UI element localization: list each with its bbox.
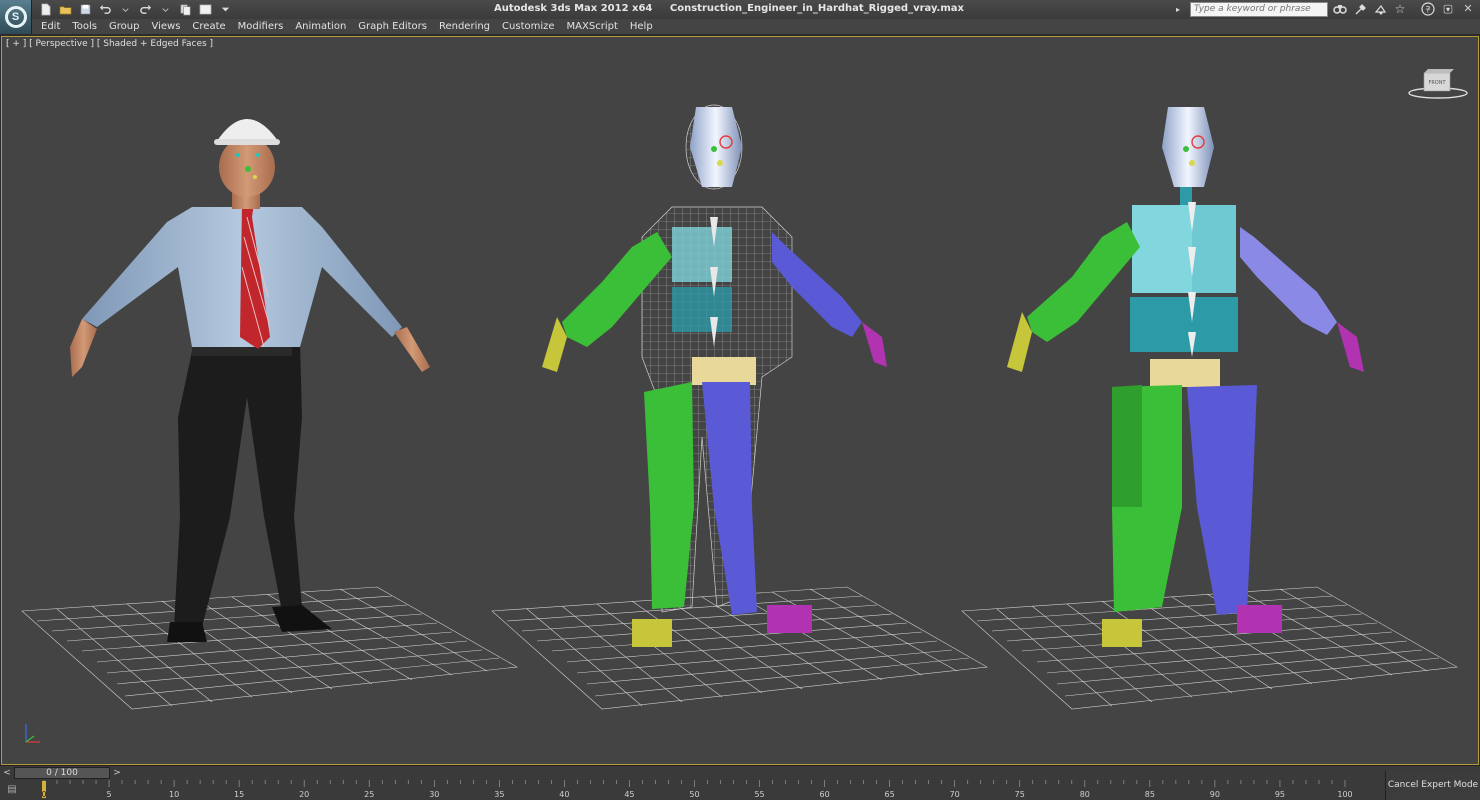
timeline-tick-label: 60	[820, 790, 830, 799]
timeline-tick-label: 85	[1145, 790, 1155, 799]
menu-bar: Edit Tools Group Views Create Modifiers …	[32, 19, 1480, 35]
timeline-tick-label: 0	[41, 790, 46, 799]
timeline-tick-label: 45	[624, 790, 634, 799]
tools-icon[interactable]	[1352, 1, 1368, 17]
timeline-tick-label: 75	[1015, 790, 1025, 799]
infocenter: ▸ ☆ ? ▾	[1170, 1, 1456, 17]
timeline-tick-label: 5	[107, 790, 112, 799]
axis-tripod-icon	[25, 724, 40, 743]
timeline-tick-label: 40	[559, 790, 569, 799]
maximize-icon[interactable]: ▢	[1440, 1, 1456, 16]
window-controls: – ▢ ✕	[1420, 1, 1476, 16]
minimize-icon[interactable]: –	[1420, 1, 1436, 16]
save-icon[interactable]	[78, 3, 92, 17]
scene-render	[21, 104, 1458, 710]
undo-icon[interactable]	[98, 3, 112, 17]
app-menu-button[interactable]: S	[0, 0, 32, 34]
track-ticks: 5 10 15 20 25 30 35 40 45 50 55 60 65 70 75 80 85 90 95 100…	[41, 780, 1353, 799]
timeline-tick-label: 25	[364, 790, 374, 799]
menu-help[interactable]: Help	[624, 21, 659, 32]
timeline-tick-label: 80	[1080, 790, 1090, 799]
time-slider-bar: < 0 / 100 >	[0, 765, 1480, 779]
time-next-button[interactable]: >	[112, 767, 122, 779]
file-title: Construction_Engineer_in_Hardhat_Rigged_…	[669, 3, 964, 14]
redo-icon[interactable]	[138, 3, 152, 17]
timeline-tick-label: 10	[169, 790, 179, 799]
app-title: Autodesk 3ds Max 2012 x64	[494, 3, 653, 14]
engineer-model[interactable]	[70, 119, 430, 642]
time-prev-button[interactable]: <	[2, 767, 12, 779]
app-logo-icon: S	[4, 6, 27, 28]
ground-grid-1	[21, 586, 518, 710]
close-icon[interactable]: ✕	[1460, 1, 1476, 16]
viewport-label[interactable]: [ + ] [ Perspective ] [ Shaded + Edged F…	[6, 39, 213, 49]
timeline-tick-label: 55	[754, 790, 764, 799]
timeline-tick-label: 90	[1210, 790, 1220, 799]
perspective-viewport[interactable]: [ + ] [ Perspective ] [ Shaded + Edged F…	[1, 36, 1479, 765]
menu-create[interactable]: Create	[186, 21, 231, 32]
timeline-tick-label: 65	[885, 790, 895, 799]
track-bar[interactable]: ▤ 5 10 15 20 25 30 35 40 45 50 55 60 65 70 75 80 85 90 95 1…	[0, 779, 1385, 800]
viewcube-face-label: FRONT	[1428, 80, 1446, 86]
menu-rendering[interactable]: Rendering	[433, 21, 496, 32]
favorites-icon[interactable]: ☆	[1392, 1, 1408, 17]
menu-customize[interactable]: Customize	[496, 21, 561, 32]
timeline-tick-label: 15	[234, 790, 244, 799]
menu-modifiers[interactable]: Modifiers	[232, 21, 290, 32]
menu-graph-editors[interactable]: Graph Editors	[352, 21, 433, 32]
menu-tools[interactable]: Tools	[66, 21, 103, 32]
binoculars-icon[interactable]	[1332, 1, 1348, 17]
timeline-tick-label: 30	[429, 790, 439, 799]
timeline-tick-label: 50	[689, 790, 699, 799]
menu-edit[interactable]: Edit	[32, 21, 66, 32]
wireframe-biped-model[interactable]	[542, 104, 887, 647]
new-file-icon[interactable]	[38, 3, 52, 17]
quick-access-toolbar	[38, 2, 232, 17]
open-file-icon[interactable]	[58, 3, 72, 17]
chevron-down-icon[interactable]	[218, 3, 232, 17]
viewcube-widget[interactable]: FRONT	[1406, 65, 1470, 101]
caret-right-icon[interactable]: ▸	[1170, 1, 1186, 17]
timeline-tick-label: 35	[494, 790, 504, 799]
timeline-tick-label: 70	[950, 790, 960, 799]
timeline-tick-label: 20	[299, 790, 309, 799]
window-title: Autodesk 3ds Max 2012 x64 Construction_E…	[494, 3, 964, 14]
search-input[interactable]	[1190, 1, 1328, 17]
project-folder-icon[interactable]	[178, 3, 192, 17]
menu-maxscript[interactable]: MAXScript	[561, 21, 624, 32]
ground-grid-3	[961, 586, 1458, 710]
menu-views[interactable]: Views	[145, 21, 186, 32]
timeline-tick-label: 95	[1275, 790, 1285, 799]
time-slider[interactable]: 0 / 100	[14, 767, 110, 779]
chevron-down-icon[interactable]	[158, 3, 172, 17]
title-bar: Autodesk 3ds Max 2012 x64 Construction_E…	[0, 0, 1480, 19]
cancel-expert-mode-button[interactable]: Cancel Expert Mode	[1385, 770, 1480, 800]
menu-group[interactable]: Group	[103, 21, 145, 32]
timeline-tick-label: 100	[1337, 790, 1352, 799]
biped-skeleton-model[interactable]	[1007, 107, 1364, 647]
menu-animation[interactable]: Animation	[289, 21, 352, 32]
chevron-down-icon[interactable]	[118, 3, 132, 17]
community-icon[interactable]	[1372, 1, 1388, 17]
window-icon[interactable]	[198, 3, 212, 17]
